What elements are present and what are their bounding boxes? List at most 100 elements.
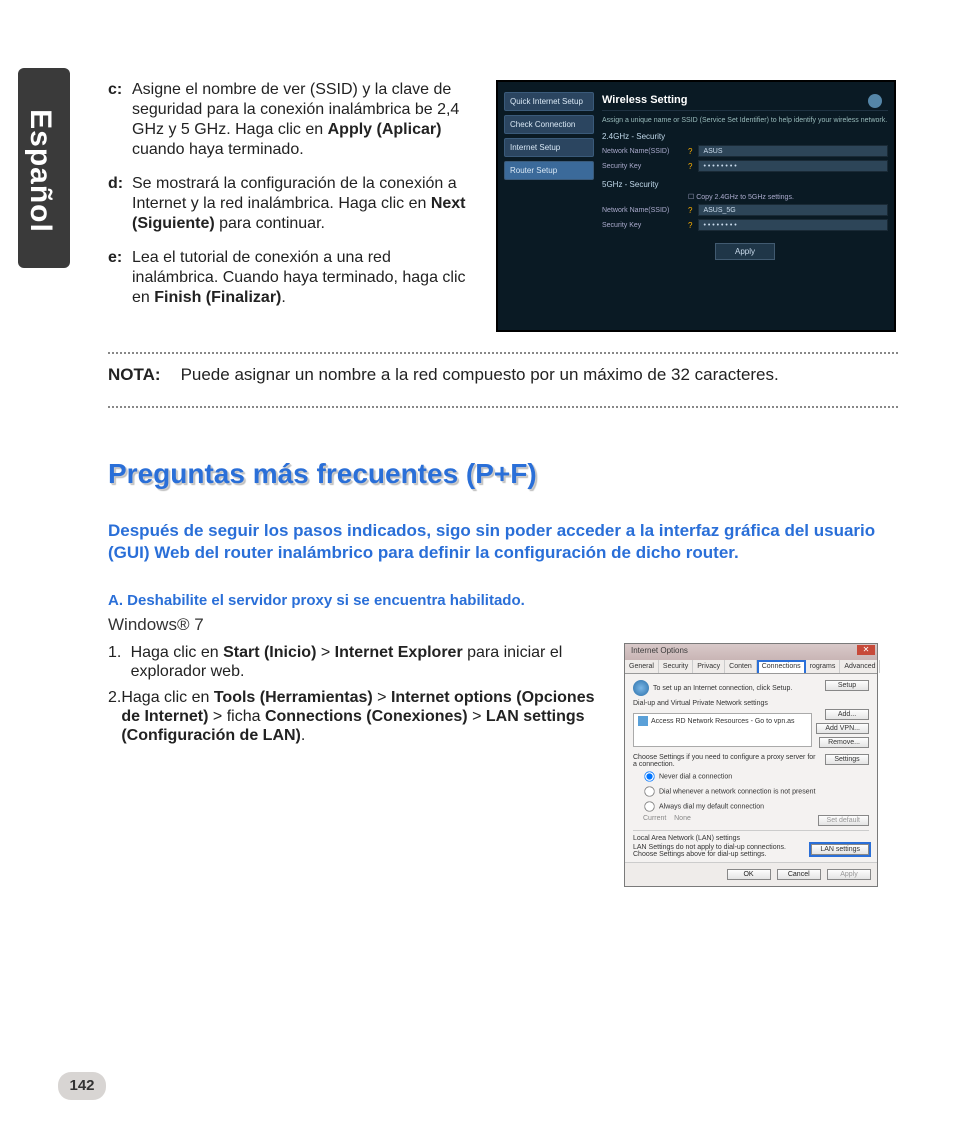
section-5ghz: 5GHz - Security	[602, 180, 888, 189]
tab-connections[interactable]: Connections	[757, 660, 806, 673]
language-label: Español	[23, 109, 57, 233]
dialog-titlebar: Internet Options ✕	[625, 644, 877, 660]
check-connection-button[interactable]: Check Connection	[504, 115, 594, 134]
apply-button[interactable]: Apply	[715, 243, 775, 260]
tab-content[interactable]: Conten	[725, 660, 757, 673]
t: >	[316, 644, 334, 661]
step-1: 1. Haga clic en Start (Inicio) > Interne…	[108, 643, 608, 681]
radio-label: Dial whenever a network connection is no…	[659, 789, 815, 796]
t: ficha	[227, 708, 265, 725]
router-main: Wireless Setting Assign a unique name or…	[602, 94, 888, 260]
bold: Apply (Aplicar)	[328, 121, 442, 138]
info-text: Assign a unique name or SSID (Service Se…	[602, 117, 888, 124]
help-icon[interactable]: ?	[688, 147, 692, 156]
step-c-label: c:	[108, 80, 132, 160]
help-icon[interactable]: ?	[688, 206, 692, 215]
globe-icon	[633, 680, 649, 696]
radio-whenever[interactable]: Dial whenever a network connection is no…	[643, 785, 869, 798]
step-e-label: e:	[108, 248, 132, 308]
help-icon[interactable]: ?	[688, 221, 692, 230]
step-d: d: Se mostrará la configuración de la co…	[108, 174, 478, 234]
num: 2.	[108, 688, 121, 746]
windows7-label: Windows® 7	[108, 615, 898, 635]
note-block: NOTA:Puede asignar un nombre a la red co…	[108, 364, 898, 386]
close-icon[interactable]: ✕	[857, 645, 875, 655]
radio-always[interactable]: Always dial my default connection	[643, 800, 869, 813]
language-tab: Español	[18, 68, 70, 268]
b: Connections (Conexiones)	[265, 708, 468, 725]
tab-privacy[interactable]: Privacy	[693, 660, 725, 673]
t: >	[468, 708, 486, 725]
add-vpn-button[interactable]: Add VPN...	[816, 723, 869, 734]
radio-label: Never dial a connection	[659, 774, 732, 781]
key-5-input[interactable]: • • • • • • • •	[698, 219, 888, 231]
step-e-text: Lea el tutorial de conexión a una red in…	[132, 248, 478, 308]
radio-input[interactable]	[644, 787, 654, 797]
separator	[108, 352, 898, 354]
add-button[interactable]: Add...	[825, 709, 869, 720]
row-key-5: Security Key ? • • • • • • • •	[602, 219, 888, 231]
note-text: Puede asignar un nombre a la red compues…	[181, 365, 779, 384]
dialog-buttons: OK Cancel Apply	[625, 862, 877, 886]
setup-text: To set up an Internet connection, click …	[653, 685, 792, 692]
apply-button[interactable]: Apply	[827, 869, 871, 880]
wireless-setting-title: Wireless Setting	[602, 94, 888, 106]
current-label: Current	[643, 815, 666, 822]
tab-security[interactable]: Security	[659, 660, 693, 673]
lan-settings-button[interactable]: LAN settings	[811, 844, 869, 855]
settings-button[interactable]: Settings	[825, 754, 869, 765]
list-item[interactable]: Access RD Network Resources - Go to vpn.…	[651, 718, 795, 725]
radio-never[interactable]: Never dial a connection	[643, 770, 869, 783]
label: Network Name(SSID)	[602, 148, 682, 155]
ok-button[interactable]: OK	[727, 869, 771, 880]
step-2-text: Haga clic en Tools (Herramientas) > Inte…	[121, 688, 608, 746]
connection-list[interactable]: Access RD Network Resources - Go to vpn.…	[633, 713, 812, 747]
choose-text: Choose Settings if you need to configure…	[633, 754, 821, 768]
separator	[108, 406, 898, 408]
row-ssid-24: Network Name(SSID) ? ASUS	[602, 145, 888, 157]
help-icon[interactable]: ?	[688, 162, 692, 171]
t: >	[208, 708, 226, 725]
num: 1.	[108, 643, 131, 681]
b: Start (Inicio)	[223, 644, 316, 661]
label: Security Key	[602, 163, 682, 170]
setup-button[interactable]: Setup	[825, 680, 869, 691]
router-screenshot: Quick Internet Setup Check Connection In…	[496, 80, 896, 332]
step-e: e: Lea el tutorial de conexión a una red…	[108, 248, 478, 308]
step-2: 2. Haga clic en Tools (Herramientas) > I…	[108, 688, 608, 746]
remove-button[interactable]: Remove...	[819, 737, 869, 748]
tab-general[interactable]: General	[625, 660, 659, 673]
page-content: c: Asigne el nombre de ver (SSID) y la c…	[108, 80, 898, 887]
t: Haga clic en	[131, 644, 224, 661]
key-24-input[interactable]: • • • • • • • •	[698, 160, 888, 172]
internet-setup-button[interactable]: Internet Setup	[504, 138, 594, 157]
copy-label: Copy 2.4GHz to 5GHz settings.	[696, 194, 794, 201]
set-default-button[interactable]: Set default	[818, 815, 869, 826]
text: para continuar.	[215, 215, 325, 232]
t: .	[301, 727, 305, 744]
current-value: None	[674, 815, 691, 822]
ssid-5-input[interactable]: ASUS_5G	[698, 204, 888, 216]
label: Network Name(SSID)	[602, 207, 682, 214]
ssid-24-input[interactable]: ASUS	[698, 145, 888, 157]
tab-advanced[interactable]: Advanced	[840, 660, 880, 673]
step-d-label: d:	[108, 174, 132, 234]
page-number: 142	[58, 1072, 106, 1100]
radio-input[interactable]	[644, 772, 654, 782]
tab-programs[interactable]: rograms	[806, 660, 841, 673]
faq-answer-a: A. Deshabilite el servidor proxy si se e…	[108, 592, 898, 609]
group-dun: Dial-up and Virtual Private Network sett…	[633, 700, 869, 707]
dialog-body: To set up an Internet connection, click …	[625, 674, 877, 862]
radio-input[interactable]	[644, 802, 654, 812]
step-list: c: Asigne el nombre de ver (SSID) y la c…	[108, 80, 478, 332]
router-setup-button[interactable]: Router Setup	[504, 161, 594, 180]
step-1-text: Haga clic en Start (Inicio) > Internet E…	[131, 643, 608, 681]
group-lan: Local Area Network (LAN) settings	[633, 835, 869, 842]
t: Haga clic en	[121, 689, 214, 706]
row-key-24: Security Key ? • • • • • • • •	[602, 160, 888, 172]
copy-checkbox-row[interactable]: ☐ Copy 2.4GHz to 5GHz settings.	[602, 193, 888, 201]
qis-button[interactable]: Quick Internet Setup	[504, 92, 594, 111]
dialog-tabs: General Security Privacy Conten Connecti…	[625, 660, 877, 674]
cancel-button[interactable]: Cancel	[777, 869, 821, 880]
row-ssid-5: Network Name(SSID) ? ASUS_5G	[602, 204, 888, 216]
